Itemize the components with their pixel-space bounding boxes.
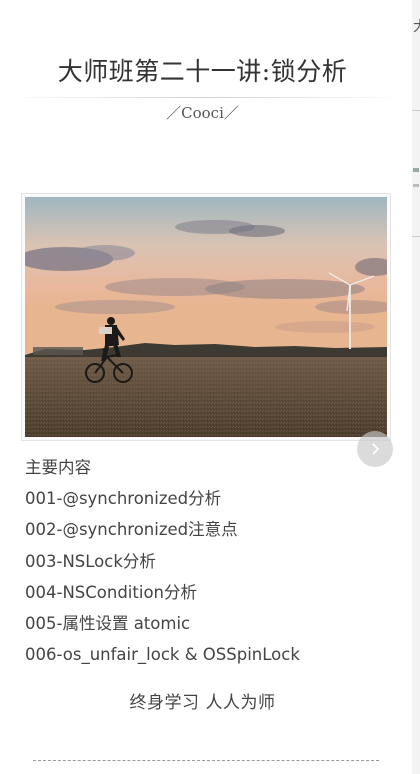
background-mark — [413, 168, 419, 172]
contents-heading: 主要内容 — [25, 458, 91, 477]
list-item: 006-os_unfair_lock & OSSpinLock — [25, 645, 300, 665]
contents-list: 主要内容 001-@synchronized分析 002-@synchroniz… — [25, 452, 405, 670]
author-byline: ／Cooci／ — [166, 104, 239, 122]
footer-motto: 终身学习 人人为师 — [129, 693, 276, 713]
background-page-strip: 大 — [412, 0, 420, 774]
list-item: 001-@synchronized分析 — [25, 489, 222, 509]
bottom-divider — [33, 760, 379, 761]
background-divider — [412, 110, 420, 111]
page-title: 大师班第二十一讲:锁分析 — [57, 57, 348, 86]
list-item: 002-@synchronized注意点 — [25, 520, 238, 540]
list-item: 004-NSCondition分析 — [25, 582, 198, 602]
list-item: 005-属性设置 atomic — [25, 613, 191, 633]
cover-photo-image — [25, 197, 387, 437]
list-item: 003-NSLock分析 — [25, 551, 156, 571]
cover-photo — [21, 193, 391, 441]
background-divider — [412, 236, 420, 237]
title-divider — [22, 97, 390, 98]
article-card: 大师班第二十一讲:锁分析 ／Cooci／ 主要内容 001-@synchroni… — [0, 0, 412, 774]
background-mark — [413, 184, 419, 187]
background-page-fragment: 大 — [413, 16, 420, 36]
